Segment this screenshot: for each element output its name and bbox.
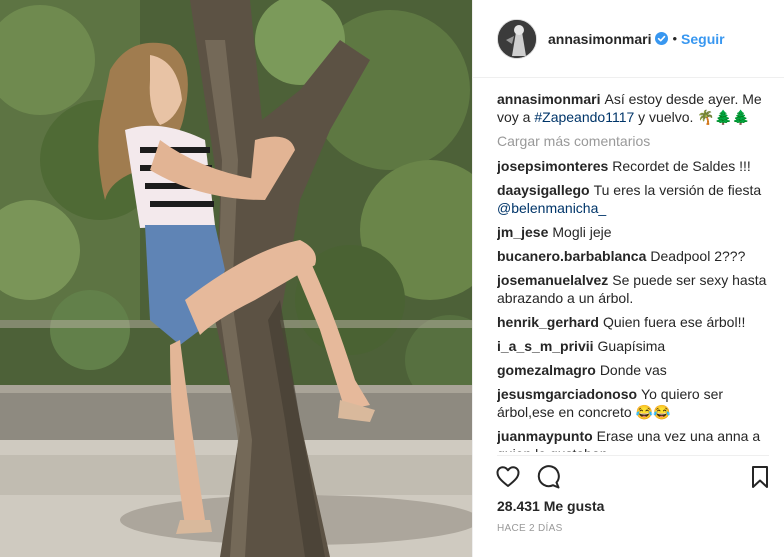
heart-outline-icon[interactable]: [495, 464, 521, 490]
likes-count[interactable]: 28.431 Me gusta: [497, 498, 604, 514]
list-item: juanmaypuntoErase una vez una anna a qui…: [497, 427, 769, 452]
comments-list[interactable]: annasimonmari Así estoy desde ayer. Me vo…: [497, 90, 769, 452]
comment-username[interactable]: henrik_gerhard: [497, 314, 599, 330]
comment-username[interactable]: jm_jese: [497, 224, 548, 240]
comment-text: Recordet de Saldes !!!: [612, 158, 751, 174]
caption-hashtag[interactable]: #Zapeando1117: [534, 109, 634, 125]
comment-text: Quien fuera ese árbol!!: [602, 314, 746, 330]
comment-text: Guapísima: [597, 338, 666, 354]
author-username[interactable]: annasimonmari: [548, 31, 651, 47]
list-item: bucanero.barbablanca Deadpool 2???: [497, 247, 769, 265]
comment-text: Deadpool 2???: [650, 248, 746, 264]
post-side-panel: annasimonmari • Seguir annasimonmari Así …: [472, 0, 784, 557]
post-actions: [495, 464, 773, 490]
list-item: gomezalmagro Donde vas: [497, 361, 769, 379]
list-item: i_a_s_m_privii Guapísima: [497, 337, 769, 355]
comment-username[interactable]: daaysigallego: [497, 182, 590, 198]
list-item: daaysigallego Tu eres la versión de fiest…: [497, 181, 769, 217]
avatar-image: [498, 19, 536, 58]
list-item: josepsimonteres Recordet de Saldes !!!: [497, 157, 769, 175]
post-photo[interactable]: [0, 0, 472, 557]
comment-username[interactable]: jesusmgarciadonoso: [497, 386, 637, 402]
separator-dot: •: [672, 31, 678, 46]
post-timestamp: HACE 2 DÍAS: [497, 523, 563, 534]
comment-text: Tu eres la versión de fiesta: [593, 182, 762, 198]
comment-username[interactable]: josepsimonteres: [497, 158, 608, 174]
verified-badge-icon: [655, 32, 669, 45]
caption-text-end: y vuelvo. 🌴🌲🌲: [638, 109, 750, 125]
comment-username[interactable]: josemanuelalvez: [497, 272, 608, 288]
speech-bubble-icon[interactable]: [535, 464, 561, 490]
photo-woman-hugging-tree: [0, 0, 472, 557]
post-header: annasimonmari • Seguir: [473, 0, 784, 78]
comment-username[interactable]: juanmaypunto: [497, 428, 593, 444]
caption-username[interactable]: annasimonmari: [497, 91, 600, 107]
list-item: henrik_gerhard Quien fuera ese árbol!!: [497, 313, 769, 331]
bookmark-icon[interactable]: [747, 464, 773, 490]
comment-username[interactable]: bucanero.barbablanca: [497, 248, 646, 264]
comment-username[interactable]: i_a_s_m_privii: [497, 338, 594, 354]
follow-button[interactable]: Seguir: [681, 31, 725, 47]
list-item: jm_jese Mogli jeje: [497, 223, 769, 241]
comment-username[interactable]: gomezalmagro: [497, 362, 596, 378]
comment-text: Donde vas: [599, 362, 667, 378]
load-more-comments-button[interactable]: Cargar más comentarios: [497, 132, 769, 150]
author-avatar[interactable]: [497, 18, 537, 59]
list-item: josemanuelalvez Se puede ser sexy hasta a…: [497, 271, 769, 307]
comment-mention[interactable]: @belenmanicha_: [497, 200, 606, 216]
actions-divider: [497, 455, 769, 456]
caption: annasimonmari Así estoy desde ayer. Me vo…: [497, 90, 769, 126]
comment-text: Mogli jeje: [552, 224, 612, 240]
list-item: jesusmgarciadonoso Yo quiero ser árbol,es…: [497, 385, 769, 421]
